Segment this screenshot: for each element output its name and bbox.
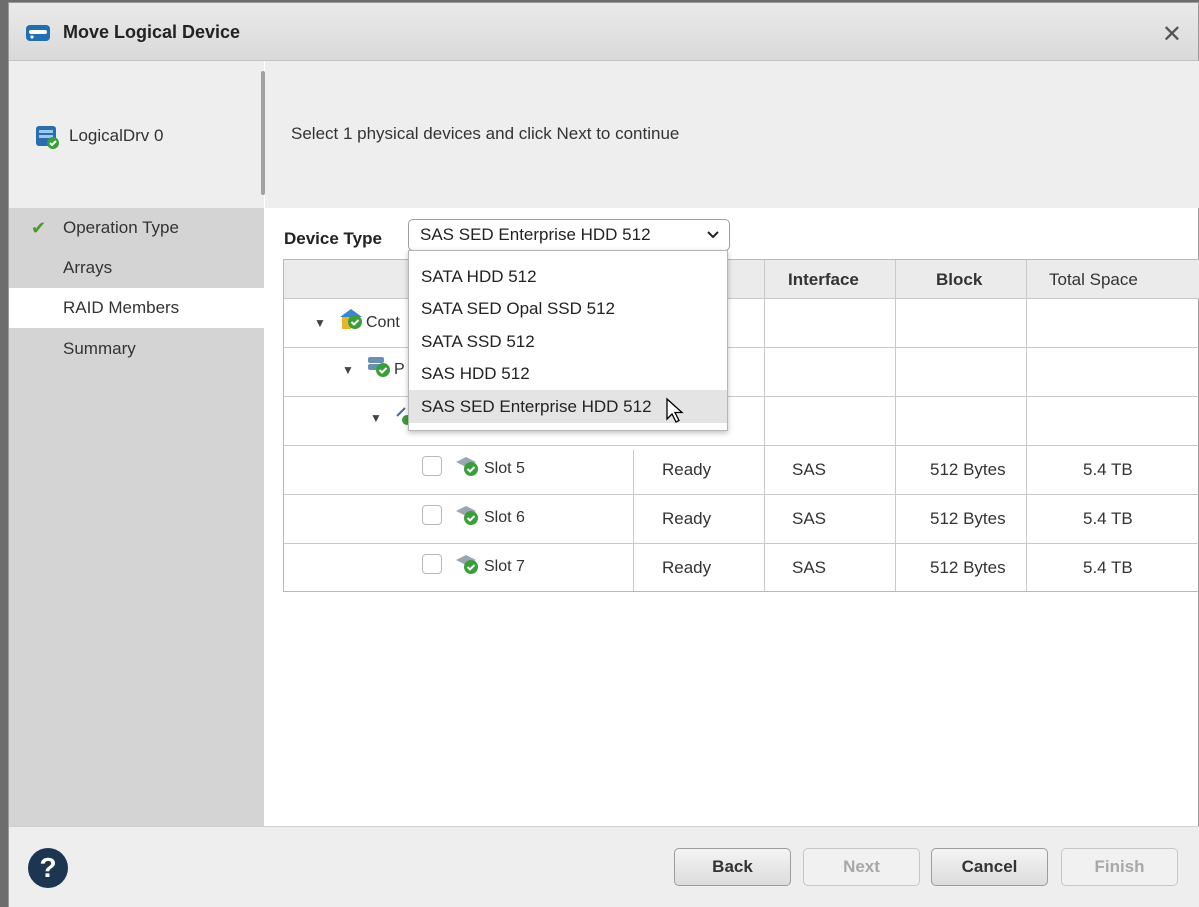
- close-button[interactable]: ✕: [1162, 20, 1182, 49]
- finish-button[interactable]: Finish: [1061, 848, 1178, 886]
- step-label: Summary: [63, 339, 136, 358]
- expand-arrow-icon[interactable]: ▼: [314, 316, 326, 330]
- column-divider: [895, 260, 896, 591]
- header-divider: [261, 71, 265, 195]
- expand-arrow-icon[interactable]: ▼: [342, 363, 354, 377]
- size-cell: 5.4 TB: [1083, 509, 1133, 528]
- slot-label: Slot 6: [484, 509, 525, 526]
- interface-cell: SAS: [792, 460, 827, 479]
- step-label: RAID Members: [63, 298, 180, 317]
- help-icon[interactable]: ?: [28, 848, 68, 888]
- dropdown-option[interactable]: SATA HDD 512: [409, 260, 727, 293]
- dialog-title: Move Logical Device: [63, 22, 241, 42]
- column-header-interface[interactable]: Interface: [788, 270, 859, 290]
- dropdown-option[interactable]: SAS HDD 512: [409, 357, 727, 390]
- logical-drive-icon: [36, 126, 59, 149]
- column-divider: [764, 260, 765, 591]
- controller-icon: [340, 309, 362, 329]
- controller-label[interactable]: Cont: [366, 314, 400, 332]
- state-cell: Ready: [662, 460, 712, 479]
- hdd-icon: [456, 457, 478, 476]
- slot-5-checkbox[interactable]: [422, 456, 442, 476]
- storage-icon: [26, 25, 50, 41]
- column-header-block[interactable]: Block: [936, 270, 982, 290]
- interface-cell: SAS: [792, 558, 827, 577]
- interface-cell: SAS: [792, 509, 827, 528]
- slot-label: Slot 7: [484, 558, 525, 575]
- expand-arrow-icon[interactable]: ▼: [370, 411, 382, 425]
- row-divider: [284, 543, 1199, 544]
- enclosure-icon: [368, 357, 390, 377]
- slot-6-checkbox[interactable]: [422, 505, 442, 525]
- column-divider: [633, 450, 634, 591]
- device-type-select[interactable]: SAS SED Enterprise HDD 512: [408, 219, 730, 251]
- slot-label: Slot 5: [484, 460, 525, 477]
- back-button[interactable]: Back: [674, 848, 791, 886]
- row-divider: [284, 494, 1199, 495]
- title-bar: Move Logical Device ✕: [9, 3, 1198, 61]
- slot-7-checkbox[interactable]: [422, 554, 442, 574]
- move-logical-device-dialog: Move Logical Device ✕ LogicalDrv 0 Selec…: [8, 2, 1199, 907]
- block-cell: 512 Bytes: [930, 509, 1006, 528]
- step-arrays[interactable]: Arrays: [9, 248, 264, 288]
- cancel-button[interactable]: Cancel: [931, 848, 1048, 886]
- hdd-icon: [456, 555, 478, 574]
- column-header-total-space[interactable]: Total Space: [1049, 270, 1138, 290]
- state-cell: Ready: [662, 509, 712, 528]
- hdd-icon: [456, 506, 478, 525]
- block-cell: 512 Bytes: [930, 558, 1006, 577]
- instruction-text: Select 1 physical devices and click Next…: [291, 124, 680, 143]
- mouse-pointer-icon: [666, 397, 684, 423]
- block-cell: 512 Bytes: [930, 460, 1006, 479]
- size-cell: 5.4 TB: [1083, 460, 1133, 479]
- state-cell: Ready: [662, 558, 712, 577]
- column-divider: [1026, 260, 1027, 591]
- size-cell: 5.4 TB: [1083, 558, 1133, 577]
- device-type-label: Device Type: [284, 229, 382, 248]
- check-icon: ✔: [31, 218, 47, 238]
- step-label: Arrays: [63, 258, 113, 277]
- dropdown-option[interactable]: SATA SED Opal SSD 512: [409, 292, 727, 325]
- wizard-steps-sidebar: ✔ Operation Type Arrays RAID Members Sum…: [9, 208, 264, 826]
- dropdown-option[interactable]: SATA SSD 512: [409, 325, 727, 358]
- step-raid-members[interactable]: RAID Members: [9, 288, 264, 328]
- step-label: Operation Type: [63, 218, 179, 237]
- next-button[interactable]: Next: [803, 848, 920, 886]
- dialog-footer: ? Back Next Cancel Finish: [9, 826, 1199, 907]
- logical-drive-label: LogicalDrv 0: [69, 126, 164, 145]
- step-summary[interactable]: Summary: [9, 329, 264, 369]
- device-type-selected-value: SAS SED Enterprise HDD 512: [420, 225, 651, 244]
- step-operation-type[interactable]: ✔ Operation Type: [9, 208, 264, 248]
- enclosure-label[interactable]: P: [394, 361, 405, 379]
- row-divider: [284, 445, 1199, 446]
